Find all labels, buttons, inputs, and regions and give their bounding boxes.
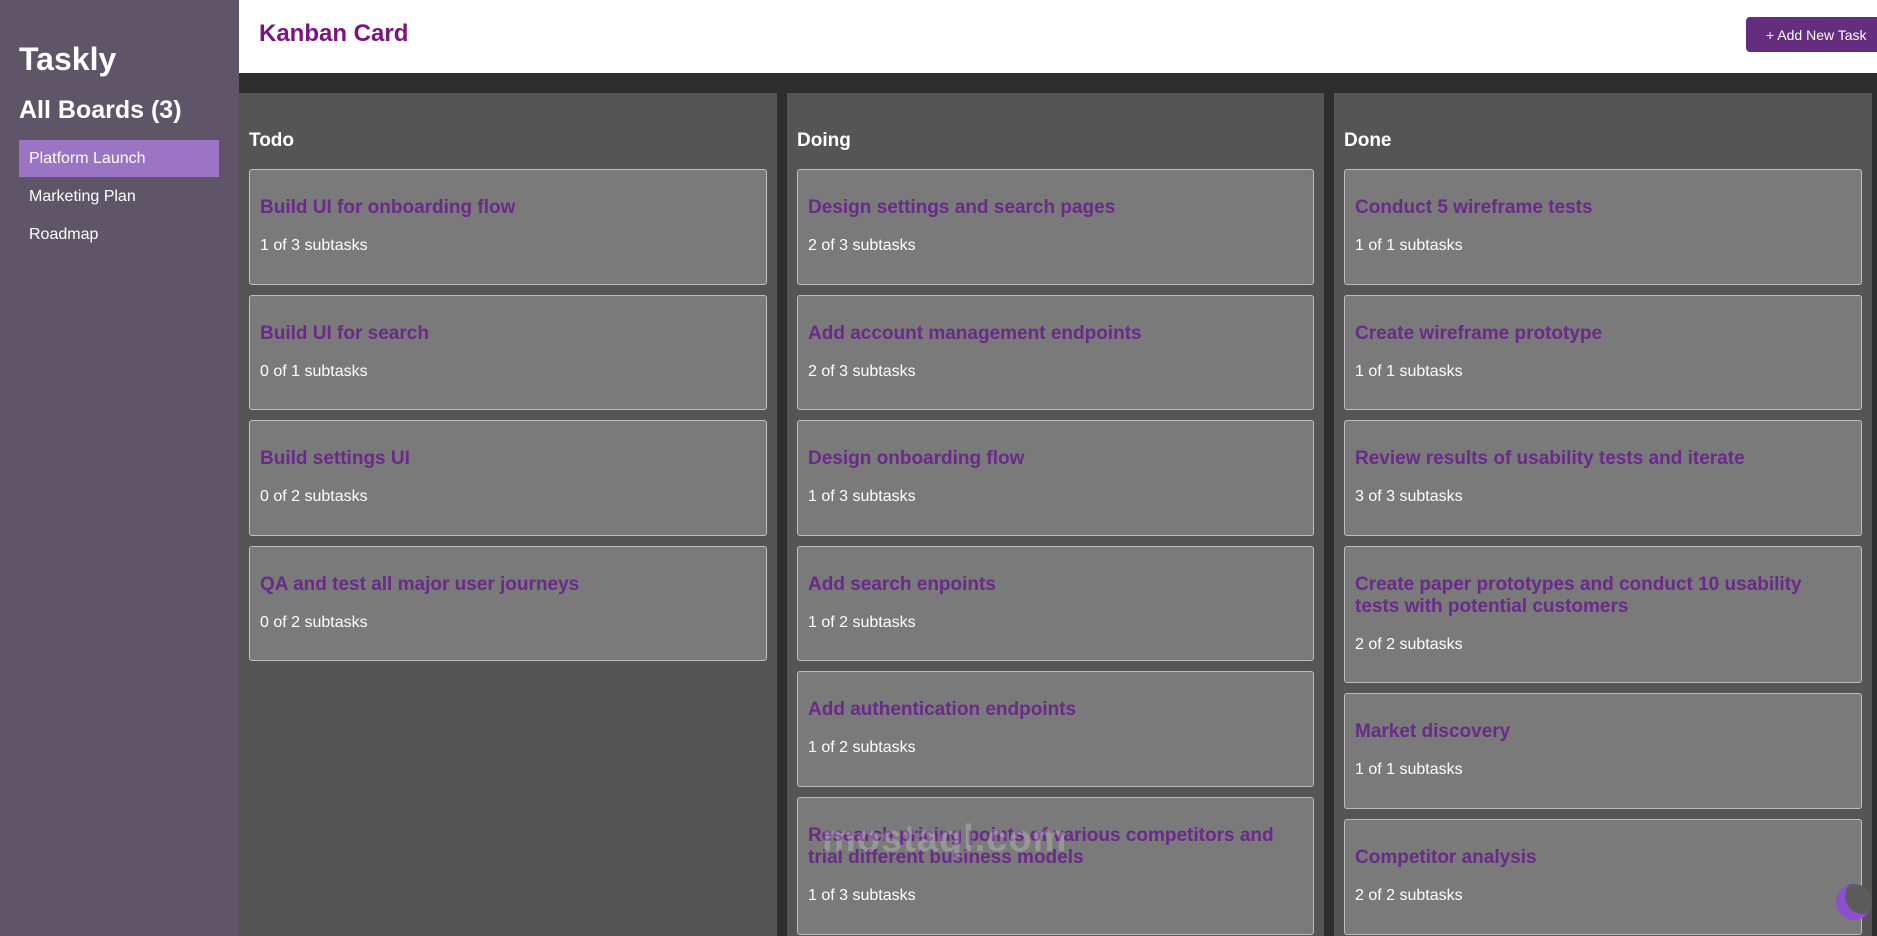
- task-card[interactable]: Add account management endpoints 2 of 3 …: [797, 295, 1314, 410]
- board-item-roadmap[interactable]: Roadmap: [19, 216, 219, 253]
- page-title: Kanban Card: [259, 20, 409, 47]
- task-card[interactable]: Create paper prototypes and conduct 10 u…: [1344, 546, 1862, 683]
- task-subtasks: 2 of 3 subtasks: [808, 237, 916, 254]
- task-card[interactable]: Design onboarding flow 1 of 3 subtasks: [797, 420, 1314, 536]
- task-card[interactable]: Review results of usability tests and it…: [1344, 420, 1862, 536]
- column-title: Done: [1344, 130, 1392, 151]
- all-boards-heading: All Boards (3): [19, 96, 182, 124]
- task-title: Build UI for search: [260, 323, 429, 344]
- task-subtasks: 1 of 2 subtasks: [808, 739, 916, 756]
- task-title: QA and test all major user journeys: [260, 574, 580, 595]
- task-card[interactable]: Create wireframe prototype 1 of 1 subtas…: [1344, 295, 1862, 410]
- card-list: Design settings and search pages 2 of 3 …: [797, 169, 1314, 935]
- task-subtasks: 0 of 2 subtasks: [260, 488, 368, 505]
- task-subtasks: 1 of 3 subtasks: [260, 237, 368, 254]
- sidebar: Taskly All Boards (3) Platform Launch Ma…: [0, 0, 239, 936]
- board-item-marketing-plan[interactable]: Marketing Plan: [19, 178, 219, 215]
- task-title: Build UI for onboarding flow: [260, 197, 516, 218]
- header: Kanban Card + Add New Task: [239, 0, 1877, 73]
- task-subtasks: 1 of 3 subtasks: [808, 488, 916, 505]
- task-subtasks: 0 of 2 subtasks: [260, 614, 368, 631]
- task-subtasks: 2 of 2 subtasks: [1355, 887, 1463, 904]
- task-title: Market discovery: [1355, 721, 1511, 742]
- task-card[interactable]: Add authentication endpoints 1 of 2 subt…: [797, 671, 1314, 787]
- moon-icon[interactable]: [1836, 884, 1872, 920]
- column-done: Done Conduct 5 wireframe tests 1 of 1 su…: [1334, 93, 1872, 936]
- task-card[interactable]: Conduct 5 wireframe tests 1 of 1 subtask…: [1344, 169, 1862, 285]
- task-title: Add authentication endpoints: [808, 699, 1077, 720]
- column-title: Doing: [797, 130, 851, 151]
- task-card[interactable]: Design settings and search pages 2 of 3 …: [797, 169, 1314, 285]
- task-title: Create wireframe prototype: [1355, 323, 1603, 344]
- task-card[interactable]: Competitor analysis 2 of 2 subtasks: [1344, 819, 1862, 935]
- task-subtasks: 2 of 2 subtasks: [1355, 636, 1463, 653]
- board-item-platform-launch[interactable]: Platform Launch: [19, 140, 219, 177]
- task-subtasks: 1 of 1 subtasks: [1355, 237, 1463, 254]
- task-card[interactable]: Market discovery 1 of 1 subtasks: [1344, 693, 1862, 809]
- task-title: Build settings UI: [260, 448, 410, 469]
- column-title: Todo: [249, 130, 295, 151]
- task-title: Create paper prototypes and conduct 10 u…: [1355, 574, 1802, 617]
- task-subtasks: 0 of 1 subtasks: [260, 363, 368, 380]
- task-title: Design settings and search pages: [808, 197, 1116, 218]
- task-subtasks: 1 of 1 subtasks: [1355, 363, 1463, 380]
- add-new-task-button[interactable]: + Add New Task: [1746, 17, 1877, 52]
- task-card[interactable]: Build settings UI 0 of 2 subtasks: [249, 420, 767, 536]
- task-subtasks: 1 of 3 subtasks: [808, 887, 916, 904]
- task-card[interactable]: Research pricing points of various compe…: [797, 797, 1314, 935]
- task-card[interactable]: QA and test all major user journeys 0 of…: [249, 546, 767, 661]
- task-subtasks: 3 of 3 subtasks: [1355, 488, 1463, 505]
- task-title: Add search enpoints: [808, 574, 996, 595]
- task-subtasks: 1 of 1 subtasks: [1355, 761, 1463, 778]
- task-subtasks: 2 of 3 subtasks: [808, 363, 916, 380]
- task-card[interactable]: Add search enpoints 1 of 2 subtasks: [797, 546, 1314, 661]
- column-doing: Doing Design settings and search pages 2…: [787, 93, 1324, 936]
- task-title: Review results of usability tests and it…: [1355, 448, 1745, 469]
- task-title: Competitor analysis: [1355, 847, 1537, 868]
- column-todo: Todo Build UI for onboarding flow 1 of 3…: [239, 93, 777, 936]
- task-subtasks: 1 of 2 subtasks: [808, 614, 916, 631]
- card-list: Build UI for onboarding flow 1 of 3 subt…: [249, 169, 767, 661]
- board-list: Platform Launch Marketing Plan Roadmap: [19, 140, 220, 253]
- task-title: Conduct 5 wireframe tests: [1355, 197, 1593, 218]
- task-title: Add account management endpoints: [808, 323, 1142, 344]
- task-card[interactable]: Build UI for onboarding flow 1 of 3 subt…: [249, 169, 767, 285]
- task-title: Design onboarding flow: [808, 448, 1025, 469]
- card-list: Conduct 5 wireframe tests 1 of 1 subtask…: [1344, 169, 1862, 935]
- app-logo: Taskly: [19, 41, 117, 77]
- task-title: Research pricing points of various compe…: [808, 825, 1274, 868]
- task-card[interactable]: Build UI for search 0 of 1 subtasks: [249, 295, 767, 410]
